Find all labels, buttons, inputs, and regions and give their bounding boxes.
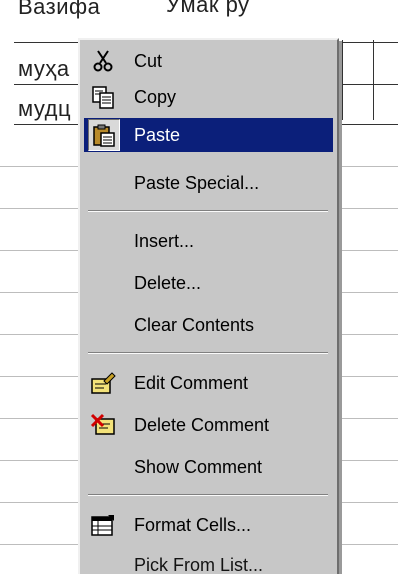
menu-item-label: Paste [134,125,180,146]
menu-separator [88,352,328,354]
menu-item-edit-comment[interactable]: Edit Comment [84,366,333,400]
menu-item-label: Delete Comment [134,415,269,436]
copy-icon [88,82,118,112]
menu-item-label: Paste Special... [134,173,259,194]
format-cells-icon [88,510,118,540]
delete-comment-icon [88,410,118,440]
scissors-icon [88,46,118,76]
menu-item-label: Show Comment [134,457,262,478]
cell-text: мудц [18,96,71,122]
menu-item-label: Cut [134,51,162,72]
cell-text: Ӯмак ру [166,0,250,18]
menu-item-label: Insert... [134,231,194,252]
menu-item-label: Copy [134,87,176,108]
menu-item-paste-special[interactable]: Paste Special... [84,166,333,200]
column-line [342,40,343,120]
menu-item-paste[interactable]: Paste [84,118,333,152]
clipboard-icon [88,119,120,151]
context-menu: Cut Copy Past [78,38,339,574]
edit-comment-icon [88,368,118,398]
menu-item-label: Pick From List... [134,555,263,574]
menu-item-label: Format Cells... [134,515,251,536]
menu-item-label: Delete... [134,273,201,294]
menu-item-copy[interactable]: Copy [84,80,333,114]
menu-separator [88,494,328,496]
menu-item-label: Clear Contents [134,315,254,336]
menu-item-show-comment[interactable]: Show Comment [84,450,333,484]
menu-item-clear-contents[interactable]: Clear Contents [84,308,333,342]
menu-separator [88,210,328,212]
menu-item-pick-from-list[interactable]: Pick From List... [84,548,333,574]
menu-item-cut[interactable]: Cut [84,44,333,78]
cell-text: муҳа [18,56,70,82]
menu-item-delete[interactable]: Delete... [84,266,333,300]
menu-item-insert[interactable]: Insert... [84,224,333,258]
cell-text: Вазифа [18,0,100,20]
menu-item-label: Edit Comment [134,373,248,394]
menu-item-format-cells[interactable]: Format Cells... [84,508,333,542]
column-line [373,40,374,120]
menu-item-delete-comment[interactable]: Delete Comment [84,408,333,442]
